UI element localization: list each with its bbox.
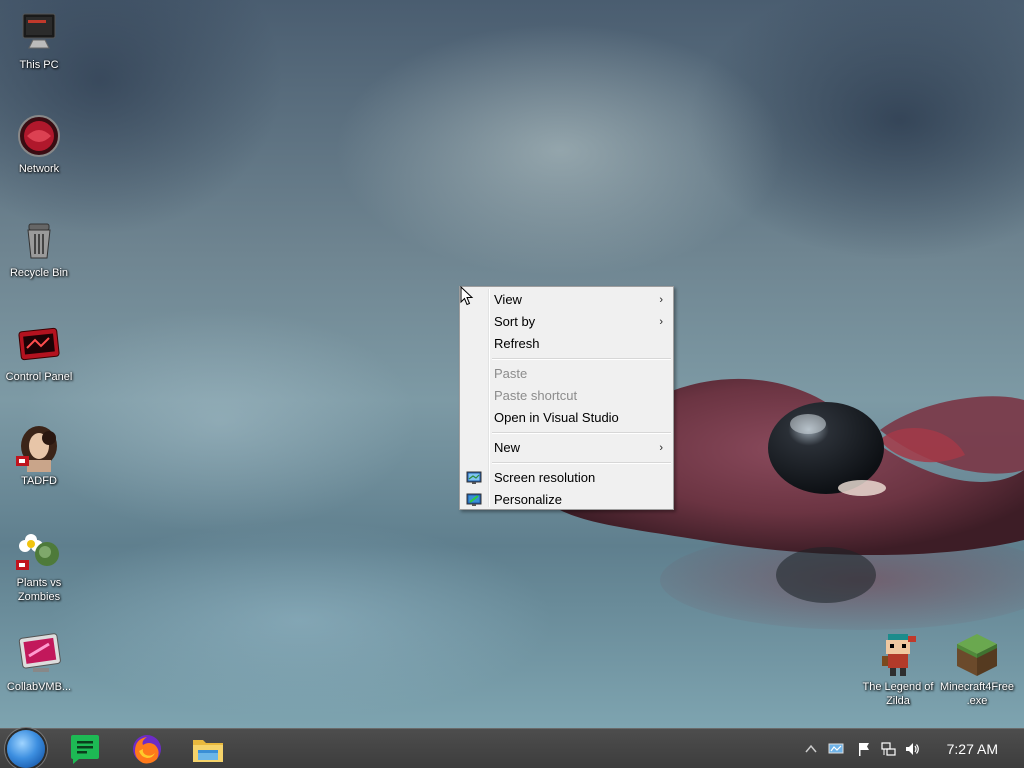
volume-icon[interactable] [904, 741, 920, 757]
desktop-icon-label: Plants vs Zombies [16, 577, 62, 603]
desktop-icon-legend-of-zilda[interactable]: The Legend of Zilda [859, 630, 937, 708]
menu-item-label: Paste [494, 366, 528, 381]
submenu-arrow-icon: › [659, 442, 663, 454]
menu-item-label: Refresh [494, 336, 540, 351]
computer-icon [22, 13, 56, 49]
show-hidden-icons-chevron-icon[interactable] [803, 741, 819, 757]
monitor-icon [466, 471, 482, 484]
desktop-icon-this-pc[interactable]: This PC [1, 8, 77, 72]
menu-item-open-in-visual-studio[interactable]: Open in Visual Studio [460, 407, 673, 429]
desktop-icon-label: This PC [19, 59, 59, 71]
game-flower-icon [16, 534, 59, 570]
menu-separator [492, 358, 671, 360]
menu-item-personalize[interactable]: Personalize [460, 489, 673, 511]
grass-block-icon [957, 634, 997, 676]
desktop-icon-label: CollabVMB... [6, 681, 72, 693]
menu-separator [492, 432, 671, 434]
network-tray-icon[interactable] [828, 741, 844, 757]
desktop-icon-control-panel[interactable]: Control Panel [1, 320, 77, 384]
personalize-icon [466, 493, 482, 506]
menu-item-label: Screen resolution [494, 470, 596, 485]
menu-item-paste[interactable]: Paste [460, 363, 673, 385]
portrait-app-icon [16, 426, 57, 472]
desktop-icon-plants-vs-zombies[interactable]: Plants vs Zombies [1, 526, 77, 604]
desktop-icon-tadfd[interactable]: TADFD [1, 424, 77, 488]
menu-separator [492, 462, 671, 464]
taskbar-clock[interactable]: 7:27 AM [947, 741, 998, 757]
menu-item-sort-by[interactable]: Sort by › [460, 311, 673, 333]
desktop-icon-label: The Legend of Zilda [862, 681, 934, 707]
firefox-icon[interactable] [129, 731, 165, 767]
menu-item-label: View [494, 292, 522, 307]
menu-item-label: New [494, 440, 521, 455]
taskbar: 7:27 AM [0, 728, 1024, 768]
pixel-character-icon [882, 634, 916, 676]
desktop-icon-label: Network [18, 163, 60, 175]
network-icon[interactable] [880, 741, 896, 757]
submenu-arrow-icon: › [659, 316, 663, 328]
desktop-icon-label: Control Panel [5, 371, 73, 383]
control-panel-icon [18, 327, 60, 361]
recycle-bin-icon [27, 223, 51, 259]
menu-item-paste-shortcut[interactable]: Paste shortcut [460, 385, 673, 407]
menu-item-label: Paste shortcut [494, 388, 578, 403]
menu-item-new[interactable]: New › [460, 437, 673, 459]
monitor-app-icon [18, 633, 61, 672]
menu-item-screen-resolution[interactable]: Screen resolution [460, 467, 673, 489]
desktop-icon-label: TADFD [21, 475, 57, 487]
desktop-context-menu: View › Sort by › Refresh Paste Paste sho… [459, 286, 674, 510]
menu-item-label: Personalize [494, 492, 562, 507]
mouse-cursor-icon [460, 286, 474, 306]
desktop-icon-label: Recycle Bin [9, 267, 69, 279]
start-orb-icon[interactable] [7, 730, 45, 768]
menu-item-view[interactable]: View › [460, 289, 673, 311]
notes-app-icon[interactable] [67, 731, 103, 767]
submenu-arrow-icon: › [659, 294, 663, 306]
menu-item-label: Sort by [494, 314, 536, 329]
desktop-icon-minecraft4free[interactable]: Minecraft4Free .exe [938, 630, 1016, 708]
desktop-icon-label: Minecraft4Free .exe [940, 681, 1014, 707]
file-explorer-icon[interactable] [190, 731, 226, 767]
desktop-icon-recycle-bin[interactable]: Recycle Bin [1, 216, 77, 280]
network-globe-icon [18, 115, 60, 157]
desktop-icon-network[interactable]: Network [1, 112, 77, 176]
menu-item-refresh[interactable]: Refresh [460, 333, 673, 355]
action-center-flag-icon[interactable] [856, 741, 872, 757]
desktop-icon-collabvm[interactable]: CollabVMB... [1, 630, 77, 694]
menu-item-label: Open in Visual Studio [494, 410, 619, 425]
